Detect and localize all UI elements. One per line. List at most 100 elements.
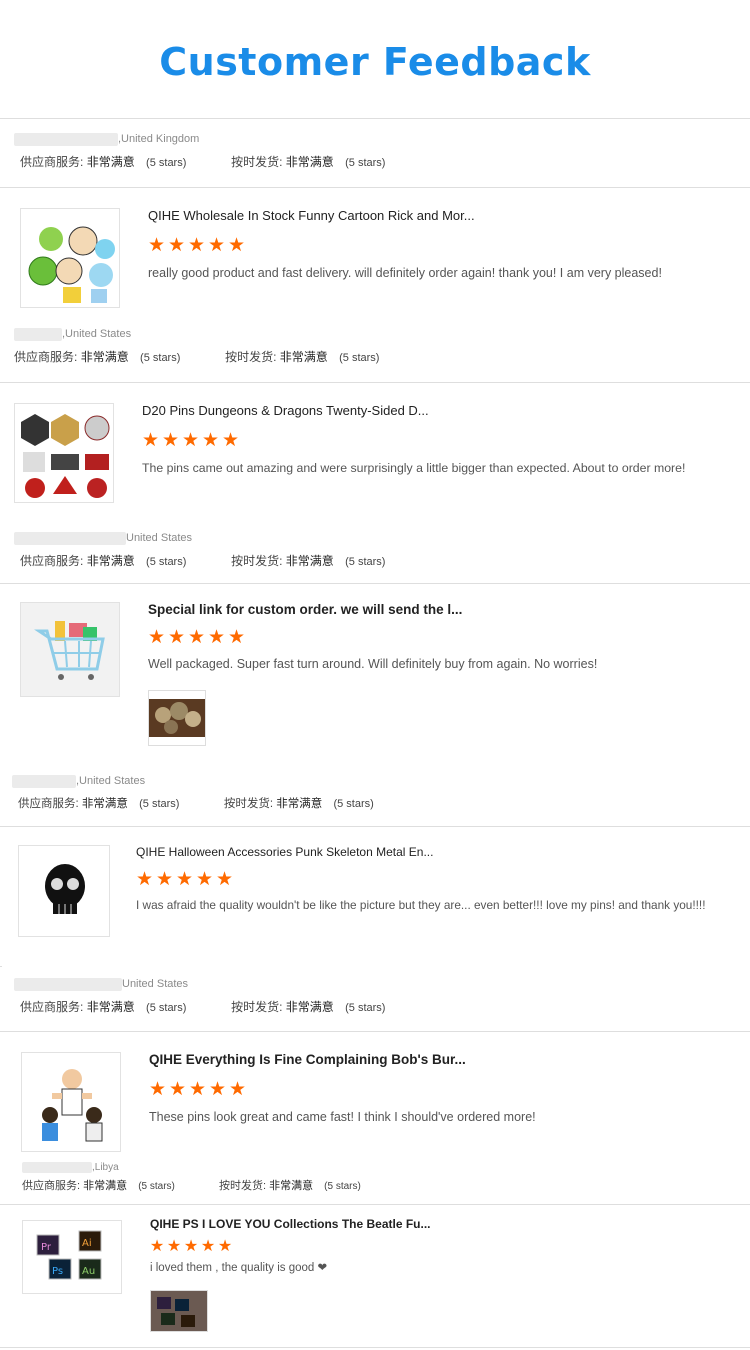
software-icons-pins-image: Pr Ai Ps Au: [36, 1230, 102, 1280]
divider: [0, 826, 750, 827]
star-icon: ★: [147, 627, 166, 648]
delivery-rating-value: 非常满意: [285, 554, 334, 568]
divider: [0, 1204, 750, 1205]
delivery-rating-stars: (5 stars): [324, 1181, 361, 1192]
service-rating-value: 非常满意: [86, 155, 135, 169]
svg-text:Au: Au: [82, 1266, 95, 1277]
product-title[interactable]: QIHE PS I LOVE YOU Collections The Beatl…: [150, 1217, 431, 1231]
star-icon: ★: [208, 1079, 227, 1100]
star-icon: ★: [147, 235, 166, 256]
star-icon: ★: [215, 869, 234, 890]
service-rating-label: 供应商服务:: [20, 554, 84, 568]
review-photo[interactable]: [150, 1290, 208, 1332]
buyer-location: ,United States: [14, 326, 379, 342]
divider: [0, 382, 750, 383]
review-comment: Well packaged. Super fast turn around. W…: [148, 657, 598, 671]
product-title[interactable]: QIHE Wholesale In Stock Funny Cartoon Ri…: [148, 208, 475, 223]
buyer-location: ,Libya: [22, 1160, 361, 1174]
delivery-rating-label: 按时发货:: [223, 798, 274, 810]
service-rating-label: 供应商服务:: [14, 350, 78, 364]
service-rating-value: 非常满意: [86, 1000, 135, 1014]
product-thumbnail[interactable]: [20, 602, 120, 697]
delivery-rating-value: 非常满意: [285, 1000, 334, 1014]
svg-text:Ps: Ps: [52, 1266, 63, 1277]
star-icon: ★: [201, 430, 220, 451]
review-photo[interactable]: [148, 690, 206, 746]
review-comment: really good product and fast delivery. w…: [148, 266, 662, 280]
masked-buyer-name: [14, 327, 62, 341]
star-icon: ★: [175, 869, 194, 890]
delivery-rating-label: 按时发货:: [225, 350, 277, 364]
buyer-location: ,United Kingdom: [14, 131, 385, 147]
service-rating-stars: (5 stars): [140, 352, 181, 364]
delivery-rating-stars: (5 stars): [339, 352, 380, 364]
review-comment: These pins look great and came fast! I t…: [149, 1110, 536, 1124]
buyer-location: United States: [14, 530, 385, 546]
product-title[interactable]: D20 Pins Dungeons & Dragons Twenty-Sided…: [142, 403, 429, 418]
service-rating-stars: (5 stars): [146, 157, 187, 169]
star-rating: ★ ★ ★ ★ ★: [147, 236, 246, 255]
svg-text:Pr: Pr: [41, 1242, 52, 1253]
review-photo-image: [149, 699, 205, 737]
service-rating-label: 供应商服务:: [18, 798, 79, 810]
star-icon: ★: [228, 1079, 247, 1100]
product-thumbnail[interactable]: [20, 208, 120, 308]
divider: [0, 1347, 750, 1348]
review-header: United States 供应商服务: 非常满意 (5 stars) 按时发货…: [14, 976, 385, 1015]
divider: [0, 1031, 750, 1032]
star-icon: ★: [227, 235, 246, 256]
service-rating-stars: (5 stars): [146, 1002, 187, 1014]
service-rating-label: 供应商服务:: [20, 1000, 84, 1014]
delivery-rating-stars: (5 stars): [345, 157, 386, 169]
masked-buyer-name: [14, 531, 126, 545]
star-icon: ★: [135, 869, 154, 890]
star-rating: ★ ★ ★ ★ ★: [149, 1239, 233, 1255]
star-icon: ★: [166, 1238, 182, 1255]
product-title[interactable]: QIHE Everything Is Fine Complaining Bob'…: [149, 1052, 466, 1067]
review-header: ,Libya 供应商服务: 非常满意 (5 stars) 按时发货: 非常满意 …: [22, 1160, 361, 1193]
product-thumbnail[interactable]: [14, 403, 114, 503]
star-icon: ★: [161, 430, 180, 451]
cartoon-pins-image: [28, 226, 115, 303]
star-rating: ★ ★ ★ ★ ★: [135, 870, 234, 889]
star-icon: ★: [187, 627, 206, 648]
page-title: Customer Feedback: [159, 40, 591, 84]
service-rating-stars: (5 stars): [138, 1181, 175, 1192]
buyer-location: United States: [14, 976, 385, 992]
star-icon: ★: [195, 869, 214, 890]
product-thumbnail[interactable]: Pr Ai Ps Au: [22, 1220, 122, 1294]
product-title[interactable]: QIHE Halloween Accessories Punk Skeleton…: [136, 845, 433, 859]
star-icon: ★: [187, 235, 206, 256]
divider: [0, 583, 750, 584]
review-header: ,United Kingdom 供应商服务: 非常满意 (5 stars) 按时…: [14, 131, 385, 170]
delivery-rating-stars: (5 stars): [333, 798, 374, 810]
divider: [0, 187, 750, 188]
service-rating-value: 非常满意: [81, 798, 128, 810]
product-thumbnail[interactable]: [21, 1052, 121, 1152]
star-icon: ★: [149, 1238, 165, 1255]
service-rating-stars: (5 stars): [146, 556, 187, 568]
review-header: United States 供应商服务: 非常满意 (5 stars) 按时发货…: [14, 530, 385, 569]
delivery-rating-value: 非常满意: [285, 155, 334, 169]
delivery-rating-label: 按时发货:: [218, 1180, 267, 1192]
review-header: ,United States 供应商服务: 非常满意 (5 stars) 按时发…: [14, 326, 379, 365]
star-icon: ★: [217, 1238, 233, 1255]
svg-text:Ai: Ai: [82, 1238, 92, 1249]
review-header: ,United States 供应商服务: 非常满意 (5 stars) 按时发…: [12, 773, 374, 811]
delivery-rating-stars: (5 stars): [345, 556, 386, 568]
review-comment: I was afraid the quality wouldn't be lik…: [136, 898, 706, 912]
product-title[interactable]: Special link for custom order. we will s…: [148, 602, 462, 617]
delivery-rating-label: 按时发货:: [231, 1000, 283, 1014]
star-icon: ★: [168, 1079, 187, 1100]
star-icon: ★: [227, 627, 246, 648]
star-icon: ★: [167, 627, 186, 648]
review-comment: i loved them , the quality is good ❤: [150, 1262, 328, 1274]
divider: [0, 966, 2, 967]
service-rating-value: 非常满意: [86, 554, 135, 568]
review-photo-image: [151, 1291, 207, 1331]
masked-buyer-name: [22, 1161, 92, 1173]
product-thumbnail[interactable]: [18, 845, 110, 937]
star-rating: ★ ★ ★ ★ ★: [141, 431, 240, 450]
star-icon: ★: [183, 1238, 199, 1255]
shopping-cart-icon: [34, 621, 105, 680]
